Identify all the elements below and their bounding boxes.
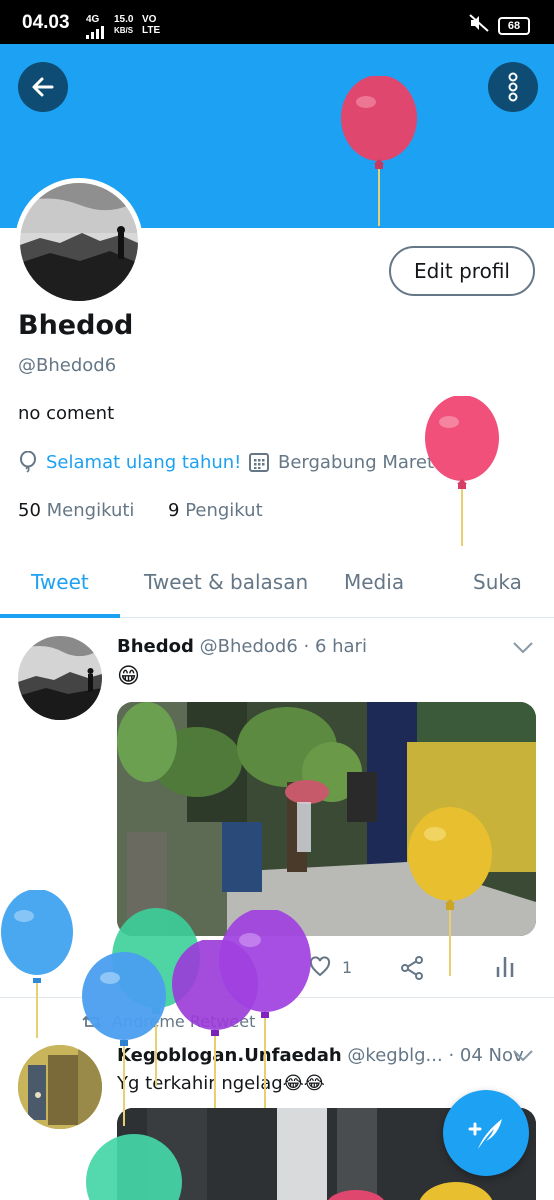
profile-handle: @Bhedod6 [18, 355, 117, 376]
profile-avatar[interactable] [15, 178, 143, 306]
profile-name: Bhedod [18, 310, 134, 341]
status-time: 04.03 [22, 12, 70, 33]
tweet-handle-time: @Bhedod6 · 6 hari [199, 636, 367, 657]
back-arrow-icon [32, 77, 54, 97]
stats-button[interactable] [494, 955, 516, 979]
following-label: Mengikuti [46, 500, 135, 521]
tweet-author[interactable]: Bhedod [117, 636, 194, 657]
profile-bio: no coment [18, 403, 115, 424]
balloon-icon [1, 890, 73, 1038]
tweet-header: Bhedod @Bhedod6 · 6 hari [117, 636, 367, 657]
more-vertical-icon [508, 72, 518, 102]
balloon-icon [328, 1190, 384, 1200]
compose-tweet-button[interactable] [443, 1090, 529, 1176]
balloon-icon [82, 952, 166, 1126]
calendar-icon [249, 453, 269, 472]
volte-indicator: VO LTE [142, 14, 161, 36]
following-link[interactable]: 50 Mengikuti [18, 500, 134, 521]
profile-tabs: Tweet Tweet & balasan Media Suka [0, 556, 554, 618]
followers-label: Pengikut [185, 500, 263, 521]
edit-profile-button[interactable]: Edit profil [389, 246, 535, 296]
balloon-icon [408, 807, 492, 976]
tab-tweet-replies[interactable]: Tweet & balasan [144, 570, 308, 594]
active-tab-indicator [0, 614, 120, 618]
like-button[interactable]: 1 [308, 955, 352, 979]
tweet-handle: @kegblg... [347, 1045, 443, 1066]
chevron-down-icon[interactable] [512, 641, 534, 655]
status-bar: 04.03 4G 15.0 KB/S VO LTE 68 [0, 0, 554, 44]
chevron-down-icon[interactable] [512, 1049, 534, 1063]
balloon-icon [86, 1134, 182, 1200]
network-type: 4G [86, 14, 100, 25]
balloon-icon [419, 1182, 493, 1200]
followers-count: 9 [168, 500, 180, 521]
tab-media[interactable]: Media [344, 570, 404, 594]
balloon-icon [425, 396, 499, 546]
birthday-link[interactable]: Selamat ulang tahun! [18, 451, 241, 473]
like-count: 1 [342, 957, 353, 977]
network-speed: 15.0 KB/S [114, 14, 134, 35]
balloon-icon [341, 76, 417, 226]
tab-likes[interactable]: Suka [473, 570, 522, 594]
signal-icon [86, 26, 104, 39]
battery-indicator: 68 [498, 17, 530, 35]
mute-icon [469, 14, 489, 32]
tweet-text: 😁 [117, 664, 140, 689]
birthday-text: Selamat ulang tahun! [46, 451, 242, 473]
tweet-avatar[interactable] [18, 636, 102, 720]
compose-icon [468, 1119, 502, 1149]
following-count: 50 [18, 500, 41, 521]
more-options-button[interactable] [488, 62, 538, 112]
followers-link[interactable]: 9 Pengikut [168, 500, 263, 521]
tab-tweet[interactable]: Tweet [31, 570, 89, 594]
stats-icon [496, 957, 514, 977]
balloon-icon [20, 451, 36, 473]
back-button[interactable] [18, 62, 68, 112]
balloon-icon [219, 910, 311, 1108]
